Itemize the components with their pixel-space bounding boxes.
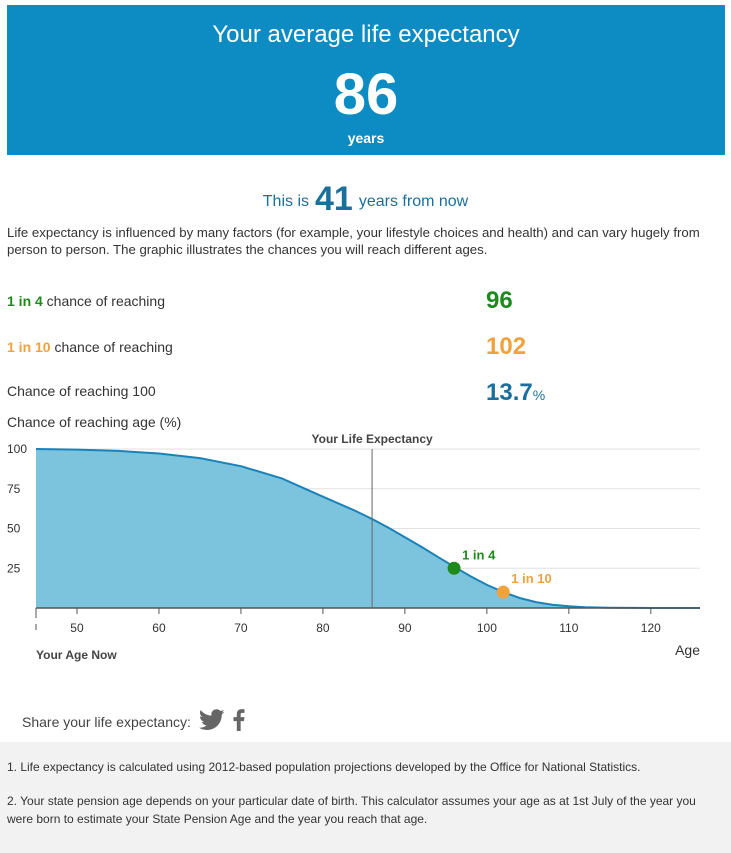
chance-point [447, 561, 461, 575]
age-now-label: Your Age Now [36, 648, 117, 662]
x-tick-label: 70 [234, 621, 248, 635]
life-expectancy-banner: Your average life expectancy 86 years [7, 5, 725, 155]
footnote-1: 1. Life expectancy is calculated using 2… [7, 760, 641, 774]
life-expectancy-unit: years [347, 130, 385, 146]
y-tick-label: 50 [7, 522, 21, 536]
x-tick-label: 110 [559, 621, 578, 635]
x-tick-label: 90 [398, 621, 412, 635]
y-tick-label: 75 [7, 482, 21, 496]
x-tick-label: 120 [641, 621, 661, 635]
banner-title: Your average life expectancy [212, 21, 520, 48]
x-tick-label: 80 [316, 621, 330, 635]
one-in-ten-label: 1 in 10 chance of reaching [7, 339, 173, 355]
years-from-now-value: 41 [315, 180, 353, 218]
years-from-now-suffix: years from now [358, 193, 469, 210]
intro-text: Life expectancy is influenced by many fa… [7, 225, 700, 257]
footnote-2: 2. Your state pension age depends on you… [7, 794, 696, 826]
x-axis-label: Age [675, 642, 700, 658]
survival-chart: 25 50 75 100 50 60 70 80 90 100 110 120 Your Life Ex… [7, 432, 700, 662]
one-in-ten-text: chance of reaching [50, 339, 173, 355]
x-tick-label: 60 [152, 621, 166, 635]
share-bar: Share your life expectancy: [22, 709, 245, 734]
facebook-icon[interactable] [233, 709, 245, 734]
y-tick-label: 25 [7, 561, 21, 575]
y-tick-label: 100 [7, 442, 27, 456]
chance-100-label: Chance of reaching 100 [7, 383, 156, 399]
one-in-ten-value: 102 [486, 333, 527, 360]
twitter-icon[interactable] [198, 709, 225, 734]
chance-point [496, 585, 510, 599]
one-in-ten-highlight: 1 in 10 [7, 339, 51, 355]
life-expectancy-value: 86 [333, 62, 399, 127]
x-tick-label: 50 [70, 621, 84, 635]
share-label: Share your life expectancy: [22, 713, 191, 730]
years-from-now: This is 41 years from now [0, 181, 731, 220]
life-expectancy-marker-label: Your Life Expectancy [312, 432, 433, 446]
one-in-four-highlight: 1 in 4 [7, 293, 43, 309]
results-card: Your average life expectancy 86 years Th… [0, 0, 731, 742]
one-in-four-value: 96 [486, 287, 513, 314]
chance-point-label: 1 in 4 [462, 547, 496, 562]
one-in-four-label: 1 in 4 chance of reaching [7, 293, 165, 309]
chance-100-value: 13.7% [486, 379, 545, 407]
chance-point-label: 1 in 10 [511, 571, 551, 586]
x-tick-label: 100 [477, 621, 497, 635]
chance-100-unit: % [532, 387, 546, 403]
years-from-now-prefix: This is [262, 193, 310, 210]
chance-100-number: 13.7 [486, 379, 533, 406]
one-in-four-text: chance of reaching [42, 293, 165, 309]
